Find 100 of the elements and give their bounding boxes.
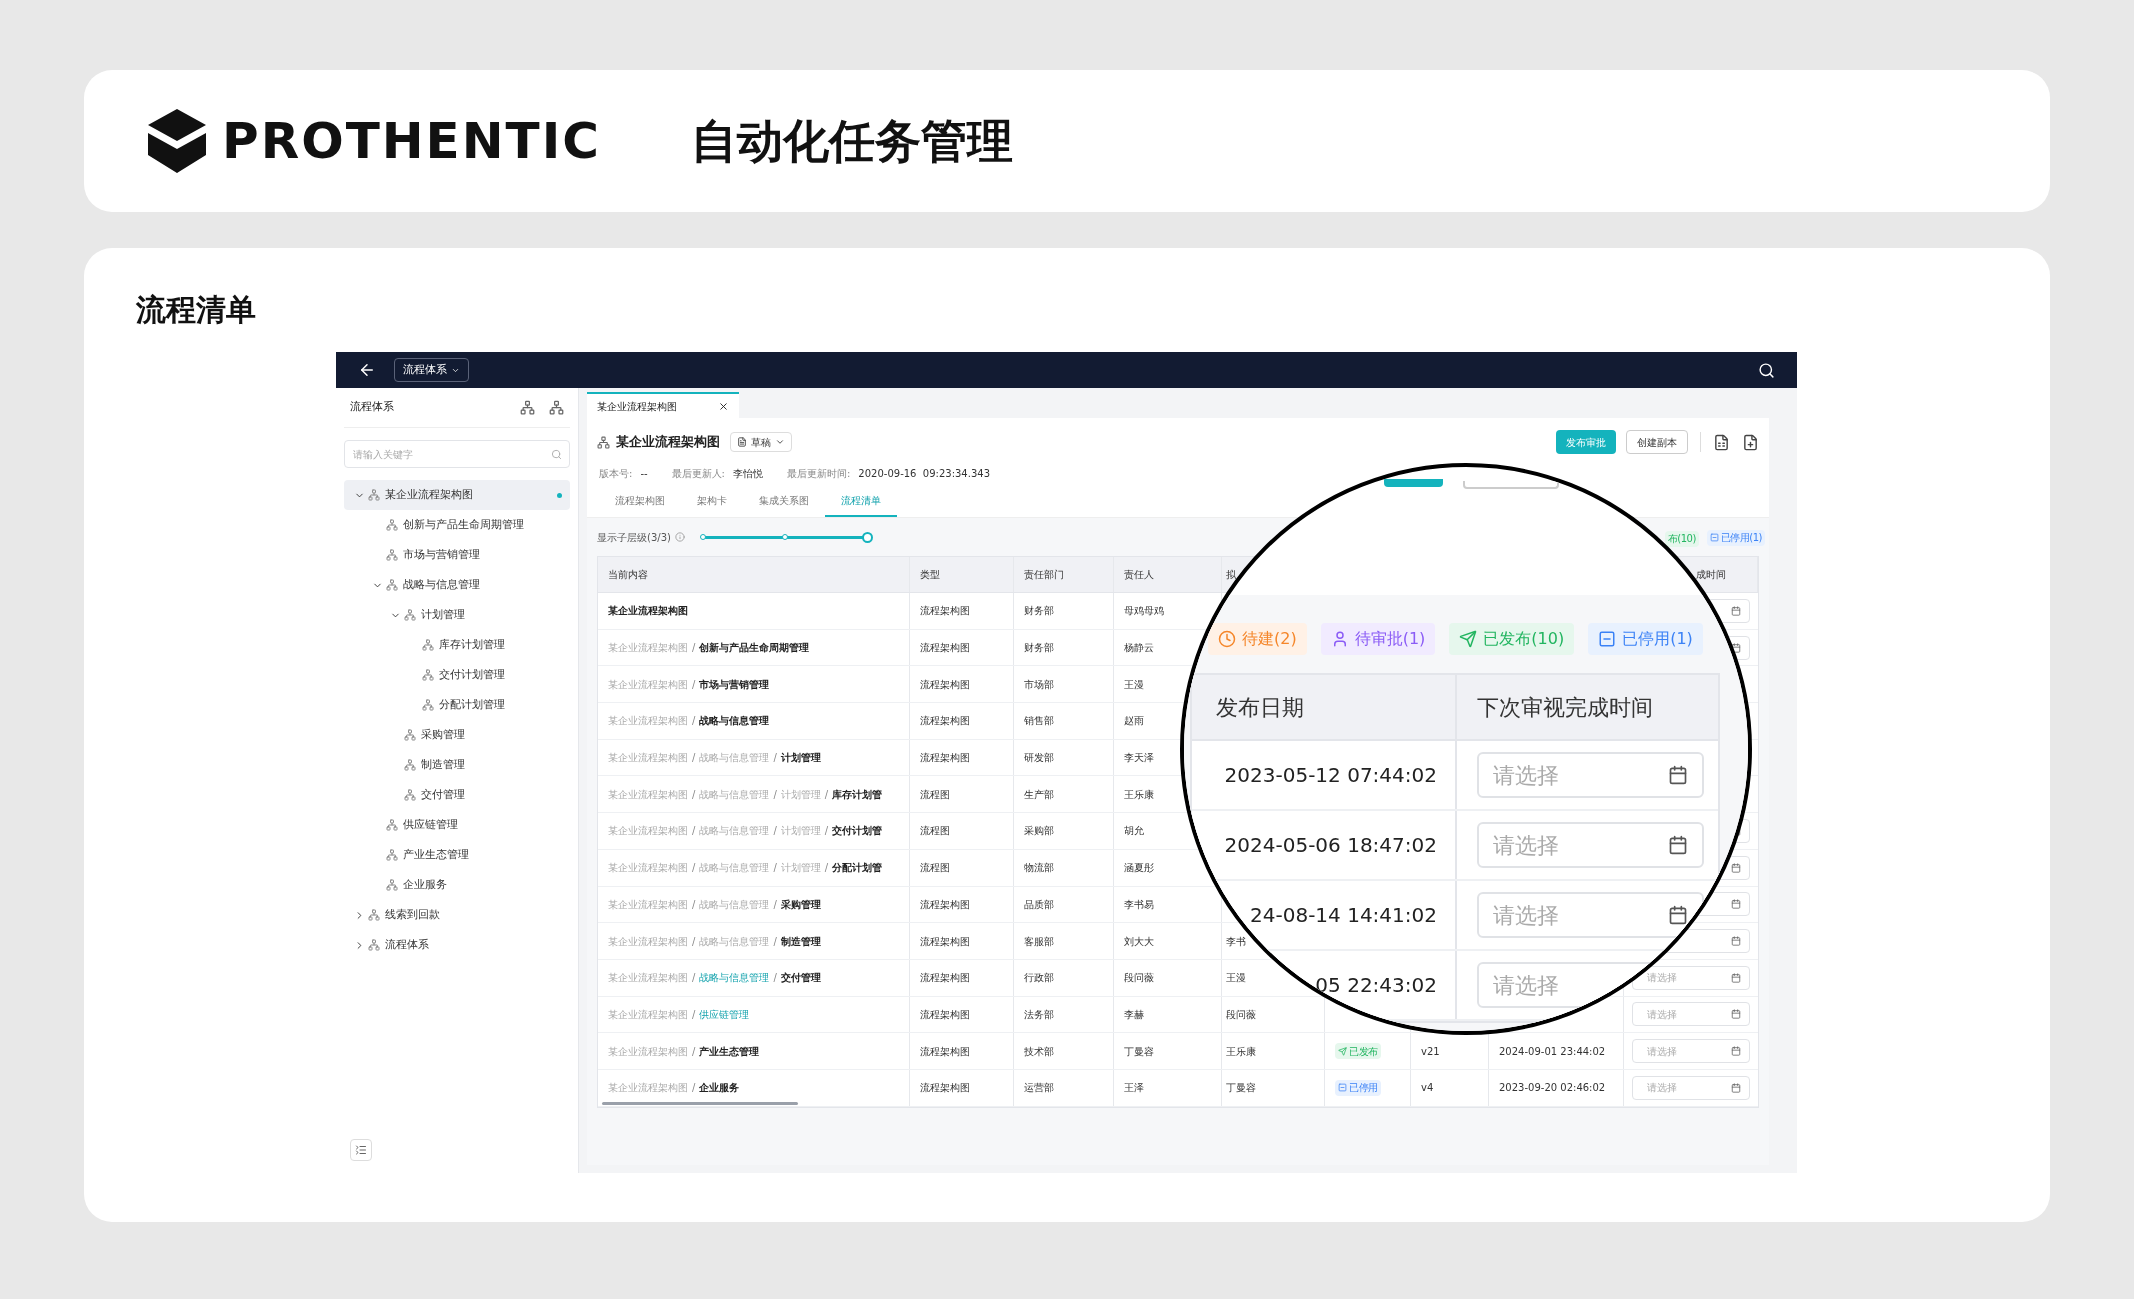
table-cell-text: 王乐康 bbox=[1124, 787, 1154, 802]
breadcrumb-separator: / bbox=[692, 677, 696, 692]
tree-item[interactable]: 企业服务 bbox=[344, 870, 570, 900]
breadcrumb-label: 某企业流程架构图 bbox=[608, 861, 688, 876]
date-picker[interactable]: 请选择 bbox=[1632, 1075, 1750, 1100]
tree-item[interactable]: 某企业流程架构图 bbox=[344, 480, 570, 510]
breadcrumb-label: 交付管理 bbox=[780, 971, 821, 986]
breadcrumb-label: 计划管理 bbox=[780, 787, 821, 802]
status-filter[interactable]: 待审批(1) bbox=[1320, 623, 1436, 655]
action-button[interactable]: 创建副本 bbox=[1626, 430, 1688, 454]
search-field[interactable]: 请输入关键字 bbox=[344, 440, 570, 468]
table-cell-text: 2024-09-01 23:44:02 bbox=[1499, 1044, 1606, 1059]
table-cell-text: 涵夏彤 bbox=[1124, 861, 1154, 876]
table-cell-text: 品质部 bbox=[1024, 897, 1054, 912]
breadcrumb-separator: / bbox=[692, 1044, 696, 1059]
table-cell-text: 运营部 bbox=[1024, 1081, 1054, 1096]
tree-item[interactable]: 采购管理 bbox=[344, 720, 570, 750]
breadcrumb-separator: / bbox=[692, 1081, 696, 1096]
date-picker[interactable]: 请选择 bbox=[1632, 1002, 1750, 1027]
breadcrumb-label: 某企业流程架构图 bbox=[608, 751, 688, 766]
column-header: 责任部门 bbox=[1024, 568, 1064, 582]
view-tab[interactable]: 集成关系图 bbox=[743, 486, 825, 517]
breadcrumb-label: 某企业流程架构图 bbox=[608, 677, 688, 692]
tree-item[interactable]: 流程体系 bbox=[344, 930, 570, 960]
meta-value: 2020-09-16 09:23:34.343 bbox=[858, 466, 990, 481]
tree-item[interactable]: 线索到回款 bbox=[344, 900, 570, 930]
tree-item[interactable]: 计划管理 bbox=[344, 600, 570, 630]
breadcrumb-label: 库存计划管 bbox=[832, 787, 883, 802]
tree-item[interactable]: 市场与营销管理 bbox=[344, 540, 570, 570]
status-filter[interactable]: 已停用(1) bbox=[1588, 623, 1703, 655]
breadcrumb-label: 某企业流程架构图 bbox=[608, 604, 688, 619]
view-tab[interactable]: 架构卡 bbox=[681, 486, 743, 517]
breadcrumb-label: 产业生态管理 bbox=[699, 1044, 760, 1059]
table-cell-text: 客服部 bbox=[1024, 934, 1054, 949]
breadcrumb-link[interactable]: 战略与信息管理 bbox=[699, 970, 770, 986]
tree-item[interactable]: 战略与信息管理 bbox=[344, 570, 570, 600]
breadcrumb-separator: / bbox=[692, 861, 696, 876]
column-header: 拟 bbox=[1226, 568, 1236, 582]
breadcrumb-label: 计划管理 bbox=[780, 861, 821, 876]
column-header: 发布日期 bbox=[1216, 693, 1304, 722]
breadcrumb-label: 战略与信息管理 bbox=[699, 787, 770, 802]
breadcrumb-label: 交付计划管 bbox=[832, 824, 883, 839]
tree-item[interactable]: 交付管理 bbox=[344, 780, 570, 810]
tree-item[interactable]: 供应链管理 bbox=[344, 810, 570, 840]
breadcrumb-separator: / bbox=[773, 824, 777, 839]
status-dropdown[interactable]: 草稿 bbox=[730, 432, 792, 452]
table-cell-text: 生产部 bbox=[1024, 787, 1054, 802]
breadcrumb-separator: / bbox=[773, 971, 777, 986]
column-header: 类型 bbox=[920, 568, 940, 582]
tree-item[interactable]: 交付计划管理 bbox=[344, 660, 570, 690]
table-cell-text: 丁曼容 bbox=[1124, 1044, 1154, 1059]
tree-item[interactable]: 分配计划管理 bbox=[344, 690, 570, 720]
table-cell-text: 流程架构图 bbox=[920, 971, 970, 986]
system-dropdown[interactable]: 流程体系 bbox=[394, 358, 469, 382]
action-button[interactable]: 发布审批 bbox=[1556, 430, 1616, 454]
document-tab[interactable]: 某企业流程架构图 bbox=[587, 392, 739, 418]
column-header: 当前内容 bbox=[608, 568, 648, 582]
table-cell-text: 王乐康 bbox=[1226, 1044, 1256, 1059]
column-header: 责任人 bbox=[1124, 568, 1154, 582]
status-filter[interactable]: 已发布(10) bbox=[1449, 623, 1575, 655]
date-picker[interactable]: 请选择 bbox=[1632, 1039, 1750, 1064]
breadcrumb-label: 计划管理 bbox=[780, 751, 821, 766]
tree-item[interactable]: 产业生态管理 bbox=[344, 840, 570, 870]
status-filter[interactable]: 布(10) bbox=[1664, 530, 1699, 547]
breadcrumb-label: 某企业流程架构图 bbox=[608, 1044, 688, 1059]
breadcrumb-separator: / bbox=[692, 971, 696, 986]
column-header: 下次审视完成时间 bbox=[1477, 693, 1653, 722]
breadcrumb-separator: / bbox=[773, 861, 777, 876]
table-cell-text: 销售部 bbox=[1024, 714, 1054, 729]
status-filter[interactable]: 已停用 bbox=[1335, 1079, 1381, 1096]
table-cell-text: 市场部 bbox=[1024, 677, 1054, 692]
table-cell-text: 法务部 bbox=[1024, 1007, 1054, 1022]
breadcrumb-label: 某企业流程架构图 bbox=[608, 824, 688, 839]
table-cell-text: 李天泽 bbox=[1124, 751, 1154, 766]
table-cell-text: 财务部 bbox=[1024, 641, 1054, 656]
view-tab[interactable]: 流程架构图 bbox=[599, 486, 681, 517]
breadcrumb-label: 分配计划管 bbox=[832, 861, 883, 876]
table-cell-text: 刘大大 bbox=[1124, 934, 1154, 949]
tree-item[interactable]: 库存计划管理 bbox=[344, 630, 570, 660]
table-cell-text: 段问薇 bbox=[1226, 1007, 1256, 1022]
table-cell-text: 流程图 bbox=[920, 861, 950, 876]
breadcrumb-label: 战略与信息管理 bbox=[699, 861, 770, 876]
status-filter[interactable]: 已停用(1) bbox=[1706, 529, 1765, 546]
breadcrumb-separator: / bbox=[692, 934, 696, 949]
breadcrumb-separator: / bbox=[773, 751, 777, 766]
table-cell-text: 流程架构图 bbox=[920, 751, 970, 766]
status-filter[interactable]: 已发布 bbox=[1335, 1043, 1381, 1060]
tree-item[interactable]: 制造管理 bbox=[344, 750, 570, 780]
meta-label: 最后更新人: bbox=[671, 466, 725, 481]
breadcrumb-separator: / bbox=[692, 824, 696, 839]
table-cell-text: 流程架构图 bbox=[920, 604, 970, 619]
table-cell-text: 流程架构图 bbox=[920, 714, 970, 729]
table-cell-text: 母鸡母鸡 bbox=[1124, 604, 1164, 619]
table-cell-text: 李书易 bbox=[1124, 897, 1154, 912]
breadcrumb-label: 制造管理 bbox=[780, 934, 821, 949]
table-cell-text: 流程架构图 bbox=[920, 1007, 970, 1022]
document-title: 某企业流程架构图 bbox=[616, 433, 720, 452]
breadcrumb-link[interactable]: 供应链管理 bbox=[699, 1006, 750, 1022]
tree-item[interactable]: 创新与产品生命周期管理 bbox=[344, 510, 570, 540]
breadcrumb-label: 战略与信息管理 bbox=[699, 824, 770, 839]
